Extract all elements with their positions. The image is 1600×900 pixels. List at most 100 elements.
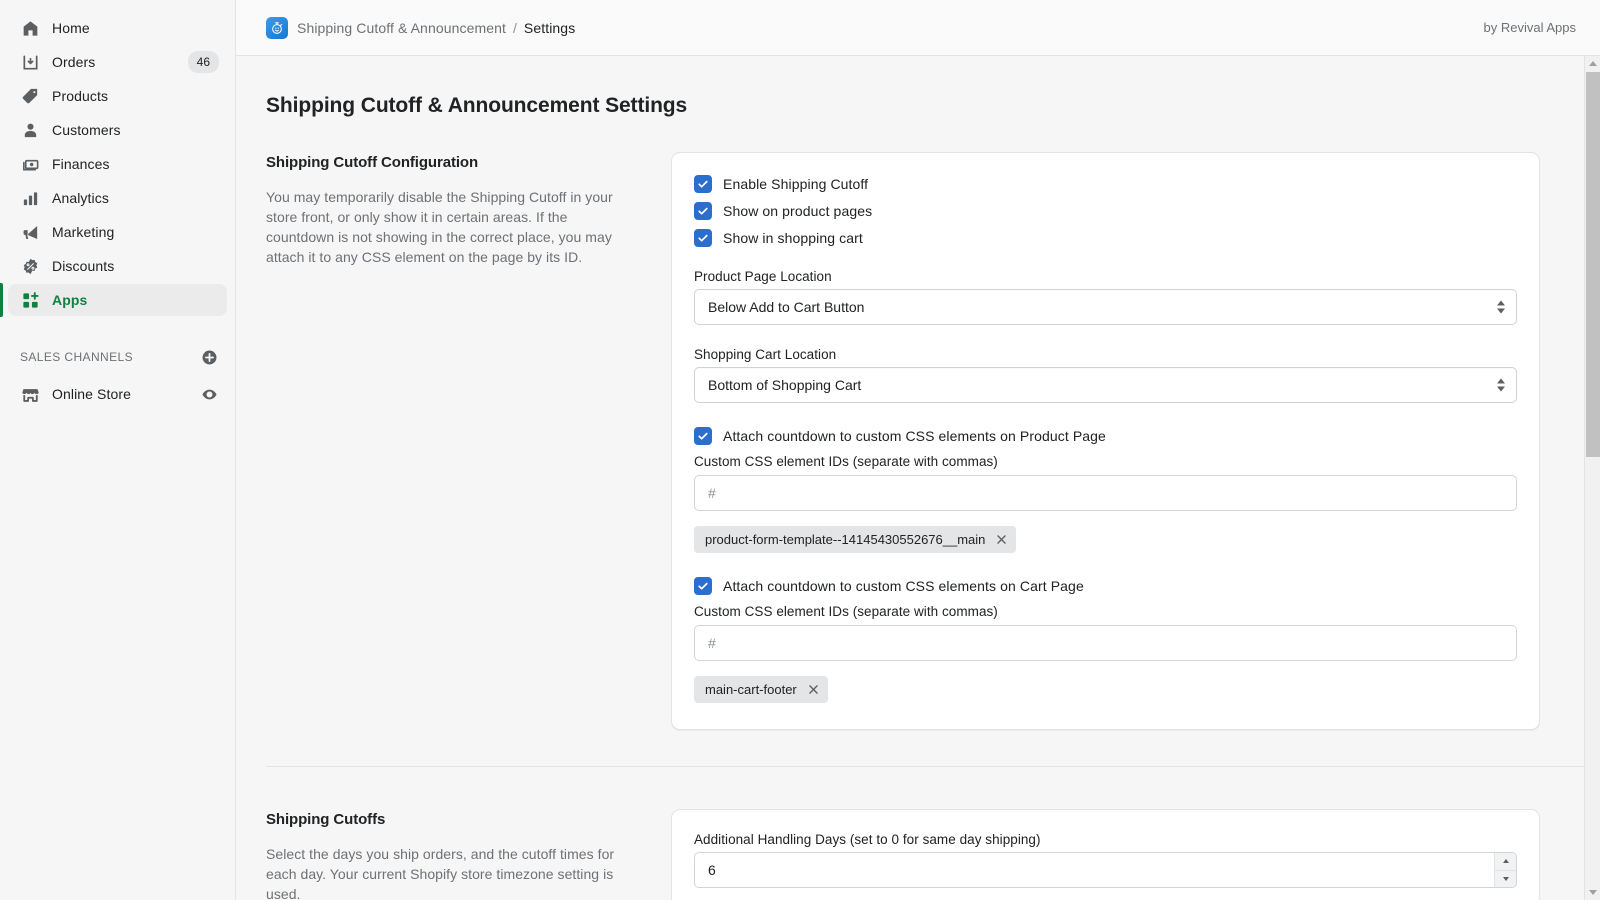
orders-count-badge: 46 (188, 51, 219, 73)
handling-days-input-wrap (694, 852, 1517, 888)
shopping-cart-location-select-wrap: Bottom of Shopping Cart (694, 367, 1517, 403)
marketing-megaphone-icon (20, 222, 40, 242)
sidebar-item-orders[interactable]: Orders 46 (8, 46, 227, 78)
discounts-icon (20, 256, 40, 276)
app-byline: by Revival Apps (1484, 20, 1577, 35)
sidebar-item-label: Discounts (52, 258, 219, 274)
section-2-heading: Shipping Cutoffs (266, 811, 635, 828)
checkbox-row-enable-shipping-cutoff[interactable]: Enable Shipping Cutoff (694, 175, 1517, 193)
checkbox-show-in-shopping-cart[interactable] (694, 229, 712, 247)
sidebar-item-label: Products (52, 88, 219, 104)
stepper-decrement-button[interactable] (1495, 870, 1516, 888)
additional-handling-days-label: Additional Handling Days (set to 0 for s… (694, 832, 1517, 847)
css-tag[interactable]: main-cart-footer (694, 676, 828, 703)
product-css-ids-input[interactable] (694, 475, 1517, 511)
stepper-increment-button[interactable] (1495, 853, 1516, 870)
checkbox-label: Attach countdown to custom CSS elements … (723, 428, 1106, 444)
checkbox-label: Show on product pages (723, 203, 872, 219)
sidebar-item-label: Home (52, 20, 219, 36)
sidebar-item-label: Analytics (52, 190, 219, 206)
section-divider (266, 766, 1600, 767)
select-shopping-cart-location[interactable]: Bottom of Shopping Cart (694, 367, 1517, 403)
analytics-bars-icon (20, 188, 40, 208)
scrollbar-thumb[interactable] (1586, 72, 1600, 457)
select-value: Bottom of Shopping Cart (708, 377, 861, 393)
sidebar-item-label: Finances (52, 156, 219, 172)
close-icon[interactable] (807, 683, 820, 696)
orders-icon (20, 52, 40, 72)
select-product-page-location[interactable]: Below Add to Cart Button (694, 289, 1517, 325)
page-title: Shipping Cutoff & Announcement Settings (266, 94, 1600, 118)
product-css-ids-label: Custom CSS element IDs (separate with co… (694, 454, 1517, 469)
checkbox-label: Enable Shipping Cutoff (723, 176, 868, 192)
checkbox-attach-css-cart-page[interactable] (694, 577, 712, 595)
breadcrumb-current: Settings (524, 20, 575, 36)
customers-icon (20, 120, 40, 140)
checkbox-row-attach-product-page[interactable]: Attach countdown to custom CSS elements … (694, 427, 1517, 445)
select-value: Below Add to Cart Button (708, 299, 864, 315)
checkbox-row-show-in-shopping-cart[interactable]: Show in shopping cart (694, 229, 1517, 247)
sidebar-item-label: Apps (52, 292, 219, 308)
sidebar-item-label: Customers (52, 122, 219, 138)
stopwatch-app-icon (266, 17, 288, 39)
quantity-stepper[interactable] (1494, 853, 1516, 887)
sidebar-item-label: Marketing (52, 224, 219, 240)
sidebar-item-home[interactable]: Home (8, 12, 227, 44)
checkbox-label: Attach countdown to custom CSS elements … (723, 578, 1084, 594)
breadcrumb-separator: / (513, 20, 517, 36)
sidebar-item-analytics[interactable]: Analytics (8, 182, 227, 214)
shipping-cutoffs-card: Additional Handling Days (set to 0 for s… (671, 809, 1540, 900)
css-block-product-page: Attach countdown to custom CSS elements … (694, 427, 1517, 553)
checkbox-row-show-on-product-pages[interactable]: Show on product pages (694, 202, 1517, 220)
section-1-description: You may temporarily disable the Shipping… (266, 187, 635, 267)
checkbox-show-on-product-pages[interactable] (694, 202, 712, 220)
finances-icon (20, 154, 40, 174)
shopping-cart-location-label: Shopping Cart Location (694, 347, 1517, 362)
sidebar-item-products[interactable]: Products (8, 80, 227, 112)
sidebar-item-apps[interactable]: Apps (8, 284, 227, 316)
shipping-cutoff-config-card: Enable Shipping Cutoff Show on product p… (671, 152, 1540, 730)
field-additional-handling-days: Additional Handling Days (set to 0 for s… (694, 832, 1517, 888)
sidebar-item-online-store[interactable]: Online Store (8, 378, 227, 410)
section-shipping-cutoffs: Shipping Cutoffs Select the days you shi… (236, 809, 1600, 900)
plus-circle-icon[interactable] (199, 347, 219, 367)
apps-icon (20, 290, 40, 310)
vertical-scrollbar[interactable] (1584, 56, 1600, 900)
checkbox-attach-css-product-page[interactable] (694, 427, 712, 445)
cart-css-ids-label: Custom CSS element IDs (separate with co… (694, 604, 1517, 619)
sidebar-item-discounts[interactable]: Discounts (8, 250, 227, 282)
cart-css-ids-input[interactable] (694, 625, 1517, 661)
section-2-description: Select the days you ship orders, and the… (266, 844, 635, 900)
settings-scroll-area: Shipping Cutoff & Announcement Settings … (236, 56, 1600, 900)
sidebar-item-label: Online Store (52, 386, 199, 402)
sidebar: Home Orders 46 Products Customers (0, 0, 236, 900)
app-root: Home Orders 46 Products Customers (0, 0, 1600, 900)
product-css-tag-list: product-form-template--14145430552676__m… (694, 511, 1517, 553)
section-1-intro: Shipping Cutoff Configuration You may te… (266, 152, 671, 267)
settings-content: Shipping Cutoff & Announcement Settings … (236, 56, 1600, 900)
eye-icon[interactable] (199, 384, 219, 404)
product-page-location-label: Product Page Location (694, 269, 1517, 284)
sidebar-item-finances[interactable]: Finances (8, 148, 227, 180)
breadcrumb-app-name[interactable]: Shipping Cutoff & Announcement (297, 20, 506, 36)
app-topbar: Shipping Cutoff & Announcement / Setting… (236, 0, 1600, 56)
storefront-icon (20, 384, 40, 404)
main-area: Shipping Cutoff & Announcement / Setting… (236, 0, 1600, 900)
scroll-down-arrow-icon[interactable] (1585, 885, 1600, 900)
scroll-up-arrow-icon[interactable] (1585, 56, 1600, 71)
sidebar-item-customers[interactable]: Customers (8, 114, 227, 146)
css-tag[interactable]: product-form-template--14145430552676__m… (694, 526, 1016, 553)
css-tag-label: main-cart-footer (705, 682, 797, 697)
sales-channels-header: SALES CHANNELS (8, 342, 227, 372)
sidebar-item-marketing[interactable]: Marketing (8, 216, 227, 248)
product-page-location-select-wrap: Below Add to Cart Button (694, 289, 1517, 325)
additional-handling-days-input[interactable] (694, 852, 1517, 888)
checkbox-row-attach-cart-page[interactable]: Attach countdown to custom CSS elements … (694, 577, 1517, 595)
checkbox-enable-shipping-cutoff[interactable] (694, 175, 712, 193)
cart-css-tag-list: main-cart-footer (694, 661, 1517, 703)
section-shipping-cutoff-configuration: Shipping Cutoff Configuration You may te… (236, 152, 1600, 730)
field-product-page-location: Product Page Location Below Add to Cart … (694, 269, 1517, 325)
products-tag-icon (20, 86, 40, 106)
close-icon[interactable] (995, 533, 1008, 546)
sales-channels-title: SALES CHANNELS (20, 350, 199, 364)
